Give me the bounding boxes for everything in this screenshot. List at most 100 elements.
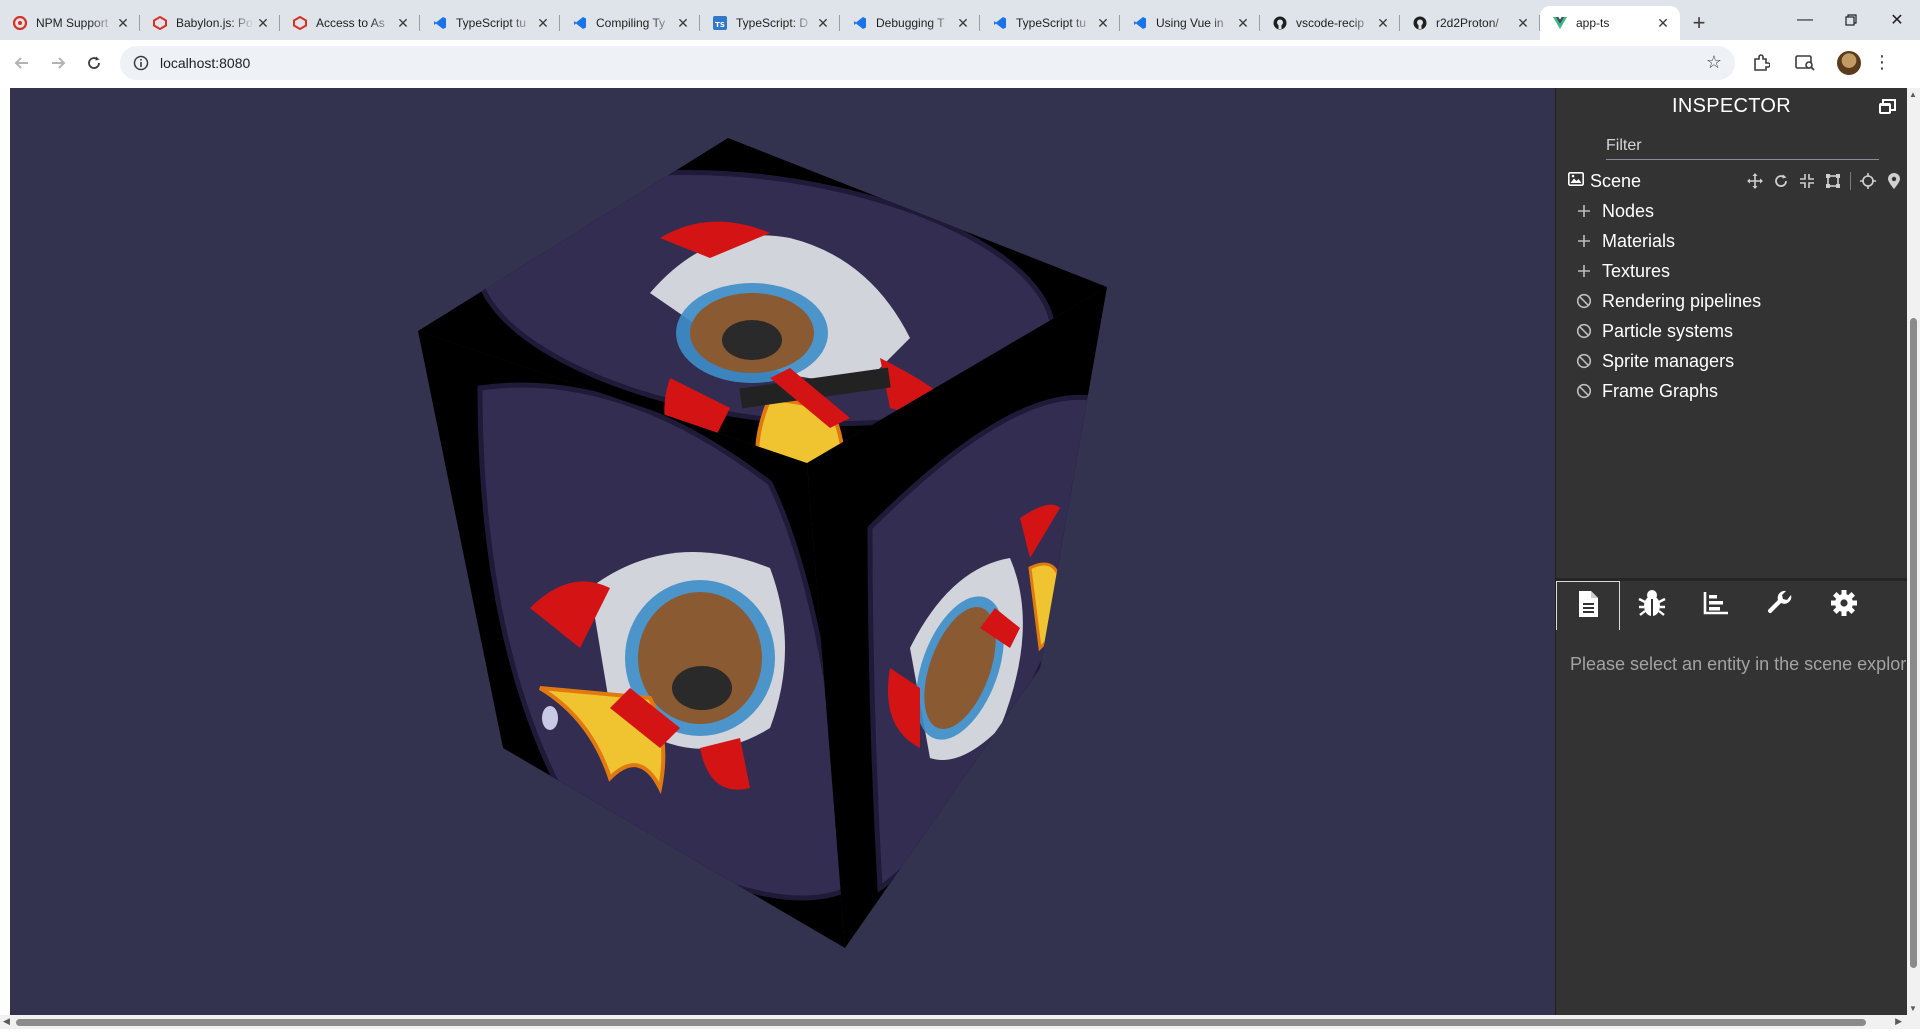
site-info-icon[interactable] — [130, 52, 152, 74]
tab-title: vscode-recip — [1296, 16, 1365, 30]
babylon-icon — [152, 15, 168, 31]
tab-close-icon[interactable]: ✕ — [954, 14, 972, 32]
horizontal-scrollbar[interactable]: ◀ ▶ — [0, 1015, 1920, 1029]
tab-title: TypeScript: D — [736, 16, 809, 30]
tree-item-frame-graphs[interactable]: Frame Graphs — [1556, 376, 1907, 406]
tab-title: Using Vue in — [1156, 16, 1224, 30]
browser-tab[interactable]: Using Vue in ✕ — [1120, 6, 1260, 40]
tab-properties[interactable] — [1556, 581, 1620, 630]
horizontal-scroll-thumb[interactable] — [16, 1019, 1866, 1026]
restore-icon[interactable] — [1828, 0, 1874, 40]
settings-gear-icon — [1830, 589, 1858, 622]
tab-statistics[interactable] — [1684, 581, 1748, 630]
render-canvas[interactable] — [10, 88, 1555, 1015]
tab-close-icon[interactable]: ✕ — [674, 14, 692, 32]
tab-close-icon[interactable]: ✕ — [114, 14, 132, 32]
tree-item-label: Sprite managers — [1602, 350, 1735, 371]
tab-close-icon[interactable]: ✕ — [1094, 14, 1112, 32]
svg-text:TS: TS — [715, 21, 725, 29]
npm-icon — [12, 15, 28, 31]
browser-tab[interactable]: r2d2Proton/ ✕ — [1400, 6, 1540, 40]
browser-tab[interactable]: TypeScript tu ✕ — [980, 6, 1120, 40]
url-text[interactable]: localhost:8080 — [160, 55, 1703, 71]
tab-title: TypeScript tu — [456, 16, 527, 30]
tab-search-icon[interactable] — [1787, 45, 1823, 81]
popout-window-icon[interactable] — [1877, 97, 1897, 117]
plus-icon[interactable] — [1576, 203, 1592, 219]
address-bar[interactable]: localhost:8080 ☆ — [120, 45, 1735, 80]
back-arrow-icon[interactable] — [8, 49, 36, 77]
browser-tab[interactable]: TS TypeScript: D ✕ — [700, 6, 840, 40]
vertical-scrollbar[interactable]: ▲ ▼ — [1907, 88, 1920, 1015]
plus-icon[interactable] — [1576, 233, 1592, 249]
inspector-header: INSPECTOR — [1556, 88, 1907, 124]
tab-close-icon[interactable]: ✕ — [1234, 14, 1252, 32]
vscode-icon — [432, 15, 448, 31]
scale-compress-icon[interactable] — [1798, 172, 1816, 190]
ban-icon — [1576, 293, 1592, 309]
typescript-icon: TS — [712, 15, 728, 31]
rotate-icon[interactable] — [1772, 172, 1790, 190]
vertical-scroll-thumb[interactable] — [1910, 318, 1917, 968]
tab-close-icon[interactable]: ✕ — [254, 14, 272, 32]
close-window-icon[interactable]: ✕ — [1874, 0, 1920, 40]
tree-item-rendering-pipelines[interactable]: Rendering pipelines — [1556, 286, 1907, 316]
map-pin-icon[interactable] — [1885, 172, 1903, 190]
tab-tools[interactable] — [1748, 581, 1812, 630]
vue-icon — [1552, 15, 1568, 31]
scene-label: Scene — [1590, 170, 1642, 191]
tree-item-label: Frame Graphs — [1602, 380, 1719, 401]
ban-icon — [1576, 383, 1592, 399]
browser-tab-active[interactable]: app-ts ✕ — [1540, 6, 1680, 40]
browser-tab[interactable]: Debugging T ✕ — [840, 6, 980, 40]
scroll-right-arrow-icon[interactable]: ▶ — [1895, 1016, 1902, 1027]
window-controls: — ✕ — [1782, 0, 1920, 40]
scene-tree-item[interactable]: Scene — [1556, 166, 1907, 196]
reload-icon[interactable] — [80, 49, 108, 77]
ban-icon — [1576, 353, 1592, 369]
tab-close-icon[interactable]: ✕ — [394, 14, 412, 32]
tab-close-icon[interactable]: ✕ — [1374, 14, 1392, 32]
tab-close-icon[interactable]: ✕ — [534, 14, 552, 32]
tree-item-materials[interactable]: Materials — [1556, 226, 1907, 256]
debug-bug-icon — [1637, 589, 1667, 622]
filter-input[interactable] — [1606, 137, 1879, 159]
browser-toolbar: localhost:8080 ☆ ⋮ — [0, 40, 1920, 85]
github-icon — [1412, 15, 1428, 31]
translate-arrows-icon[interactable] — [1746, 172, 1764, 190]
browser-tab[interactable]: vscode-recip ✕ — [1260, 6, 1400, 40]
tree-item-nodes[interactable]: Nodes — [1556, 196, 1907, 226]
browser-tab[interactable]: NPM Support ✕ — [0, 6, 140, 40]
page-content: INSPECTOR Scene — [0, 85, 1920, 1032]
tab-close-icon[interactable]: ✕ — [1514, 14, 1532, 32]
forward-arrow-icon[interactable] — [44, 49, 72, 77]
bookmark-star-icon[interactable]: ☆ — [1703, 52, 1725, 73]
browser-tab[interactable]: TypeScript tu ✕ — [420, 6, 560, 40]
bounding-box-icon[interactable] — [1824, 172, 1842, 190]
scroll-left-arrow-icon[interactable]: ◀ — [3, 1016, 10, 1027]
tab-close-icon[interactable]: ✕ — [1654, 14, 1672, 32]
browser-tab[interactable]: Compiling Ty ✕ — [560, 6, 700, 40]
tab-title: Babylon.js: Po — [176, 16, 253, 30]
scroll-down-arrow-icon[interactable]: ▼ — [1909, 1004, 1917, 1013]
tab-close-icon[interactable]: ✕ — [814, 14, 832, 32]
tree-item-label: Textures — [1602, 260, 1671, 281]
vscode-icon — [992, 15, 1008, 31]
extensions-puzzle-icon[interactable] — [1743, 45, 1779, 81]
minimize-icon[interactable]: — — [1782, 0, 1828, 40]
more-menu-icon[interactable]: ⋮ — [1867, 52, 1897, 73]
new-tab-button[interactable]: + — [1682, 6, 1716, 40]
tree-item-textures[interactable]: Textures — [1556, 256, 1907, 286]
tab-debug[interactable] — [1620, 581, 1684, 630]
browser-tab[interactable]: Babylon.js: Po ✕ — [140, 6, 280, 40]
tab-title: TypeScript tu — [1016, 16, 1087, 30]
browser-tab[interactable]: Access to As ✕ — [280, 6, 420, 40]
tree-item-particle-systems[interactable]: Particle systems — [1556, 316, 1907, 346]
scroll-up-arrow-icon[interactable]: ▲ — [1909, 90, 1917, 99]
github-icon — [1272, 15, 1288, 31]
crosshair-icon[interactable] — [1859, 172, 1877, 190]
tree-item-sprite-managers[interactable]: Sprite managers — [1556, 346, 1907, 376]
profile-avatar[interactable] — [1831, 45, 1867, 81]
tab-settings[interactable] — [1812, 581, 1876, 630]
plus-icon[interactable] — [1576, 263, 1592, 279]
